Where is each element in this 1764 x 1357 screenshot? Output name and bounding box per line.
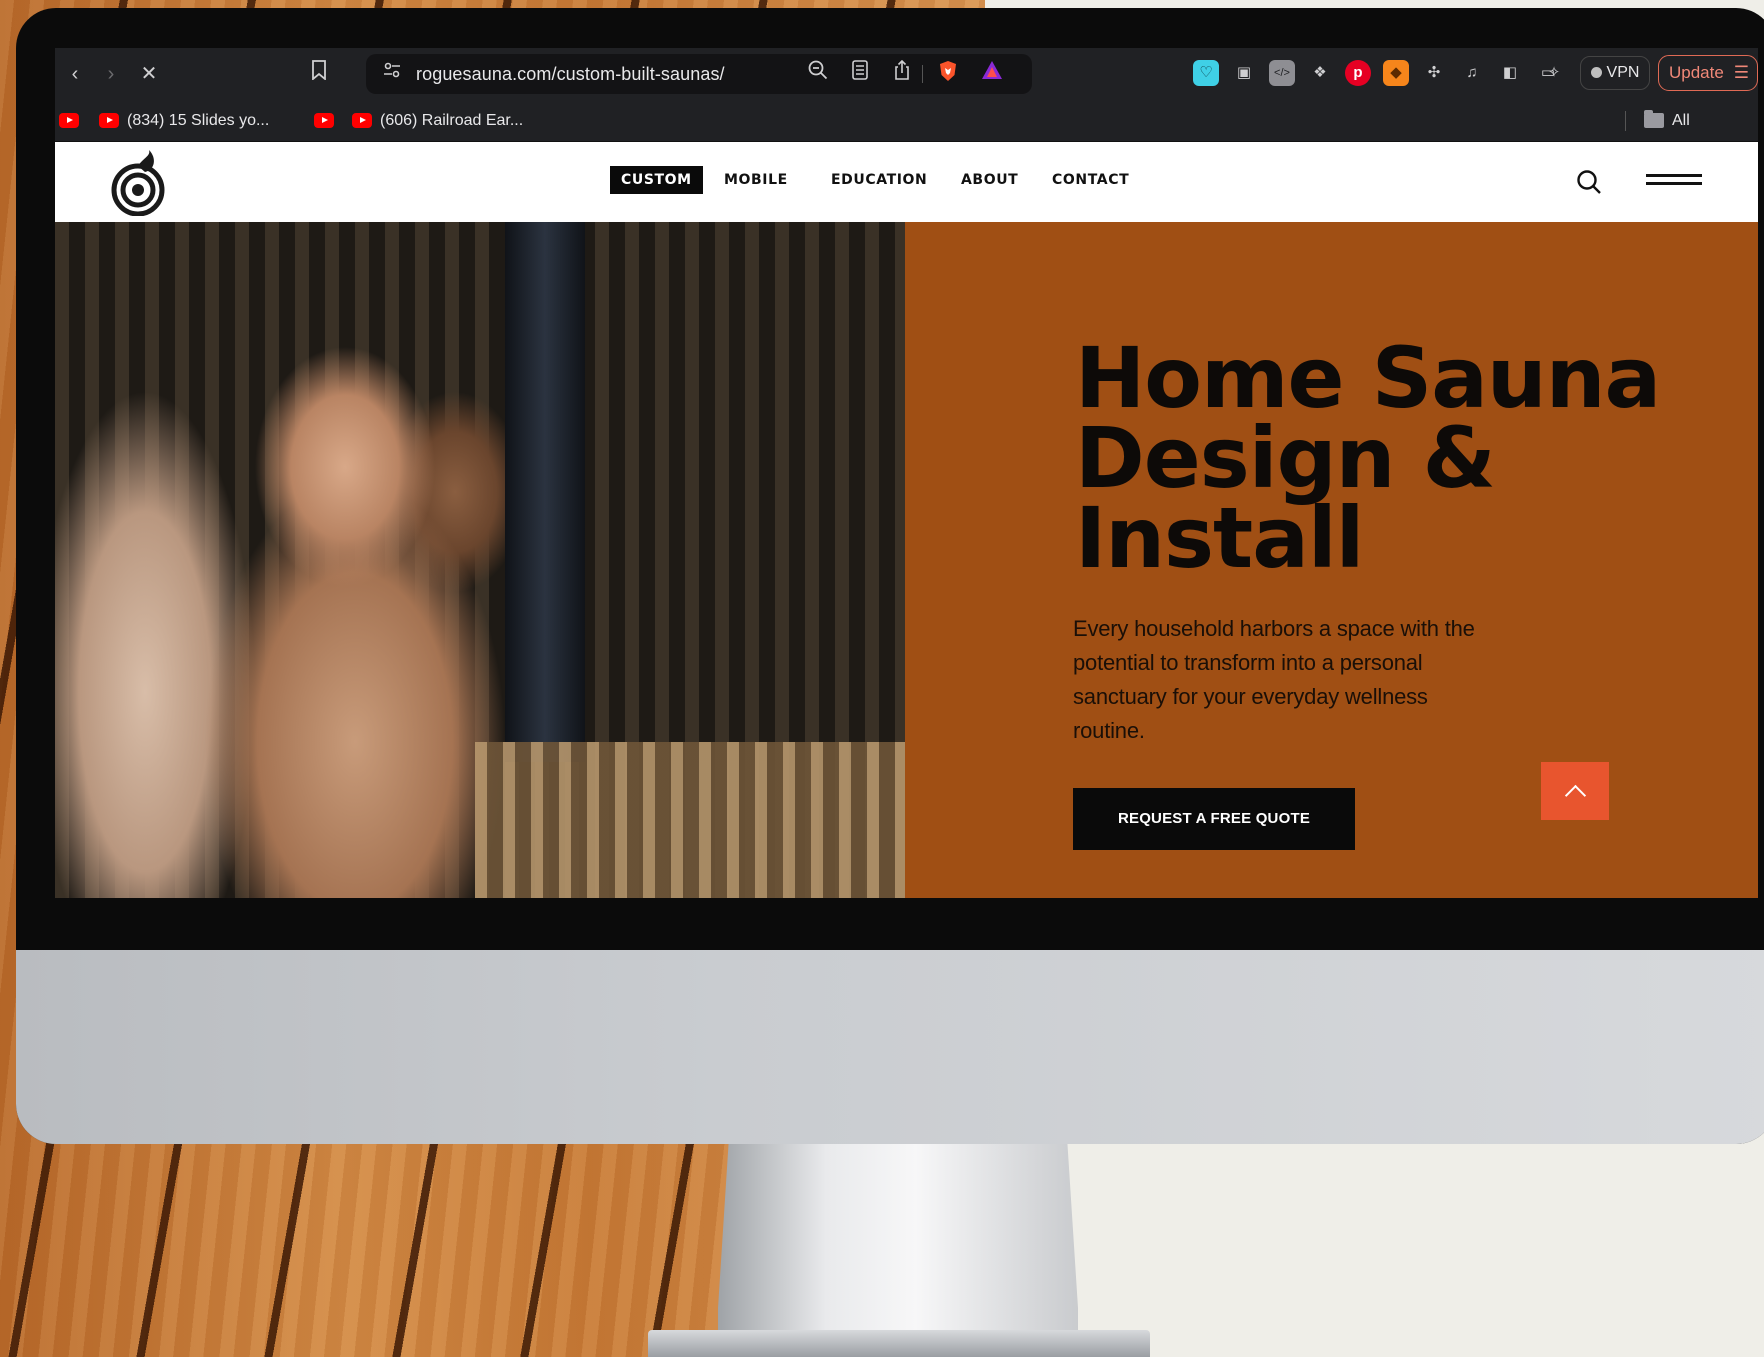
monitor-frame: ‹ › ✕ roguesauna.com/custom-built-saunas… xyxy=(16,8,1764,1144)
back-to-top-button[interactable] xyxy=(1541,762,1609,820)
youtube-icon[interactable] xyxy=(314,113,334,128)
hamburger-menu-icon[interactable] xyxy=(1646,174,1702,188)
bookmarks-bar: (834) 15 Slides yo... (606) Railroad Ear… xyxy=(55,100,1758,171)
reader-mode-icon[interactable] xyxy=(846,60,874,88)
vpn-button[interactable]: VPN xyxy=(1580,56,1650,90)
screen-bottom-bezel xyxy=(55,898,1758,910)
nav-about[interactable]: ABOUT xyxy=(950,166,1029,194)
photo-wood-railing xyxy=(475,742,905,902)
site-nav: CUSTOM MOBILE EDUCATION ABOUT CONTACT xyxy=(55,142,1758,222)
zoom-out-icon[interactable] xyxy=(804,60,832,88)
hero-panel: Home Sauna Design & Install Every househ… xyxy=(905,222,1758,898)
brave-rewards-icon[interactable] xyxy=(978,60,1006,88)
bookmarks-divider xyxy=(1625,111,1626,131)
vpn-status-dot xyxy=(1590,67,1602,78)
nav-contact[interactable]: CONTACT xyxy=(1041,166,1140,194)
extensions-puzzle-icon[interactable]: ✣ xyxy=(1421,60,1447,86)
extension-chat-icon[interactable]: ▣ xyxy=(1231,60,1257,86)
dropbox-icon[interactable]: ❖ xyxy=(1307,60,1333,86)
pinterest-icon[interactable]: p xyxy=(1345,60,1371,86)
menu-icon: ☰ xyxy=(1733,63,1749,82)
website: CUSTOM MOBILE EDUCATION ABOUT CONTACT Ho… xyxy=(55,142,1758,910)
back-icon[interactable]: ‹ xyxy=(61,60,89,88)
monitor-chin xyxy=(16,950,1764,1144)
nav-custom[interactable]: CUSTOM xyxy=(610,166,703,194)
url-text[interactable]: roguesauna.com/custom-built-saunas/ xyxy=(416,54,725,94)
media-music-icon[interactable]: ♫ xyxy=(1459,60,1485,86)
hero-title: Home Sauna Design & Install xyxy=(1075,336,1715,580)
update-label: Update xyxy=(1669,63,1724,82)
youtube-icon[interactable] xyxy=(99,113,119,128)
share-icon[interactable] xyxy=(888,59,916,88)
urlbar-divider xyxy=(922,65,923,83)
hero-photo-sauna-people xyxy=(55,222,905,902)
site-settings-icon[interactable] xyxy=(378,60,406,88)
stop-loading-icon[interactable]: ✕ xyxy=(135,60,163,88)
extension-code-icon[interactable]: </> xyxy=(1269,60,1295,86)
monitor-stand-base xyxy=(648,1330,1150,1357)
request-quote-button[interactable]: REQUEST A FREE QUOTE xyxy=(1073,788,1355,850)
forward-icon[interactable]: › xyxy=(97,60,125,88)
bookmark-item[interactable]: (834) 15 Slides yo... xyxy=(127,100,269,142)
rogue-sauna-logo-icon[interactable] xyxy=(105,150,171,217)
youtube-icon[interactable] xyxy=(59,113,79,128)
browser-toolbar: ‹ › ✕ roguesauna.com/custom-built-saunas… xyxy=(55,48,1758,100)
screen: ‹ › ✕ roguesauna.com/custom-built-saunas… xyxy=(55,48,1758,910)
hero-description: Every household harbors a space with the… xyxy=(1073,616,1475,743)
nav-education[interactable]: EDUCATION xyxy=(820,166,938,194)
folder-icon xyxy=(1644,110,1664,128)
brave-shields-icon[interactable] xyxy=(934,60,962,88)
update-button[interactable]: Update ☰ xyxy=(1658,55,1758,91)
sidebar-toggle-icon[interactable]: ◧ xyxy=(1497,60,1523,86)
hero-title-line: Install xyxy=(1075,489,1364,587)
metamask-fox-icon[interactable]: ◆ xyxy=(1383,60,1409,86)
bookmark-page-icon[interactable] xyxy=(305,60,333,88)
bookmark-item[interactable]: (606) Railroad Ear... xyxy=(380,100,523,142)
search-icon[interactable] xyxy=(1575,168,1603,196)
leo-ai-sparkle-icon[interactable]: ✧ xyxy=(1541,60,1567,86)
address-bar[interactable]: roguesauna.com/custom-built-saunas/ xyxy=(366,54,1032,94)
extension-heart-icon[interactable]: ♡ xyxy=(1193,60,1219,86)
nav-mobile[interactable]: MOBILE xyxy=(713,166,799,194)
vpn-label: VPN xyxy=(1606,64,1640,81)
monitor-stand xyxy=(718,1140,1078,1350)
photo-stove-pipe xyxy=(505,222,585,762)
youtube-icon[interactable] xyxy=(352,113,372,128)
